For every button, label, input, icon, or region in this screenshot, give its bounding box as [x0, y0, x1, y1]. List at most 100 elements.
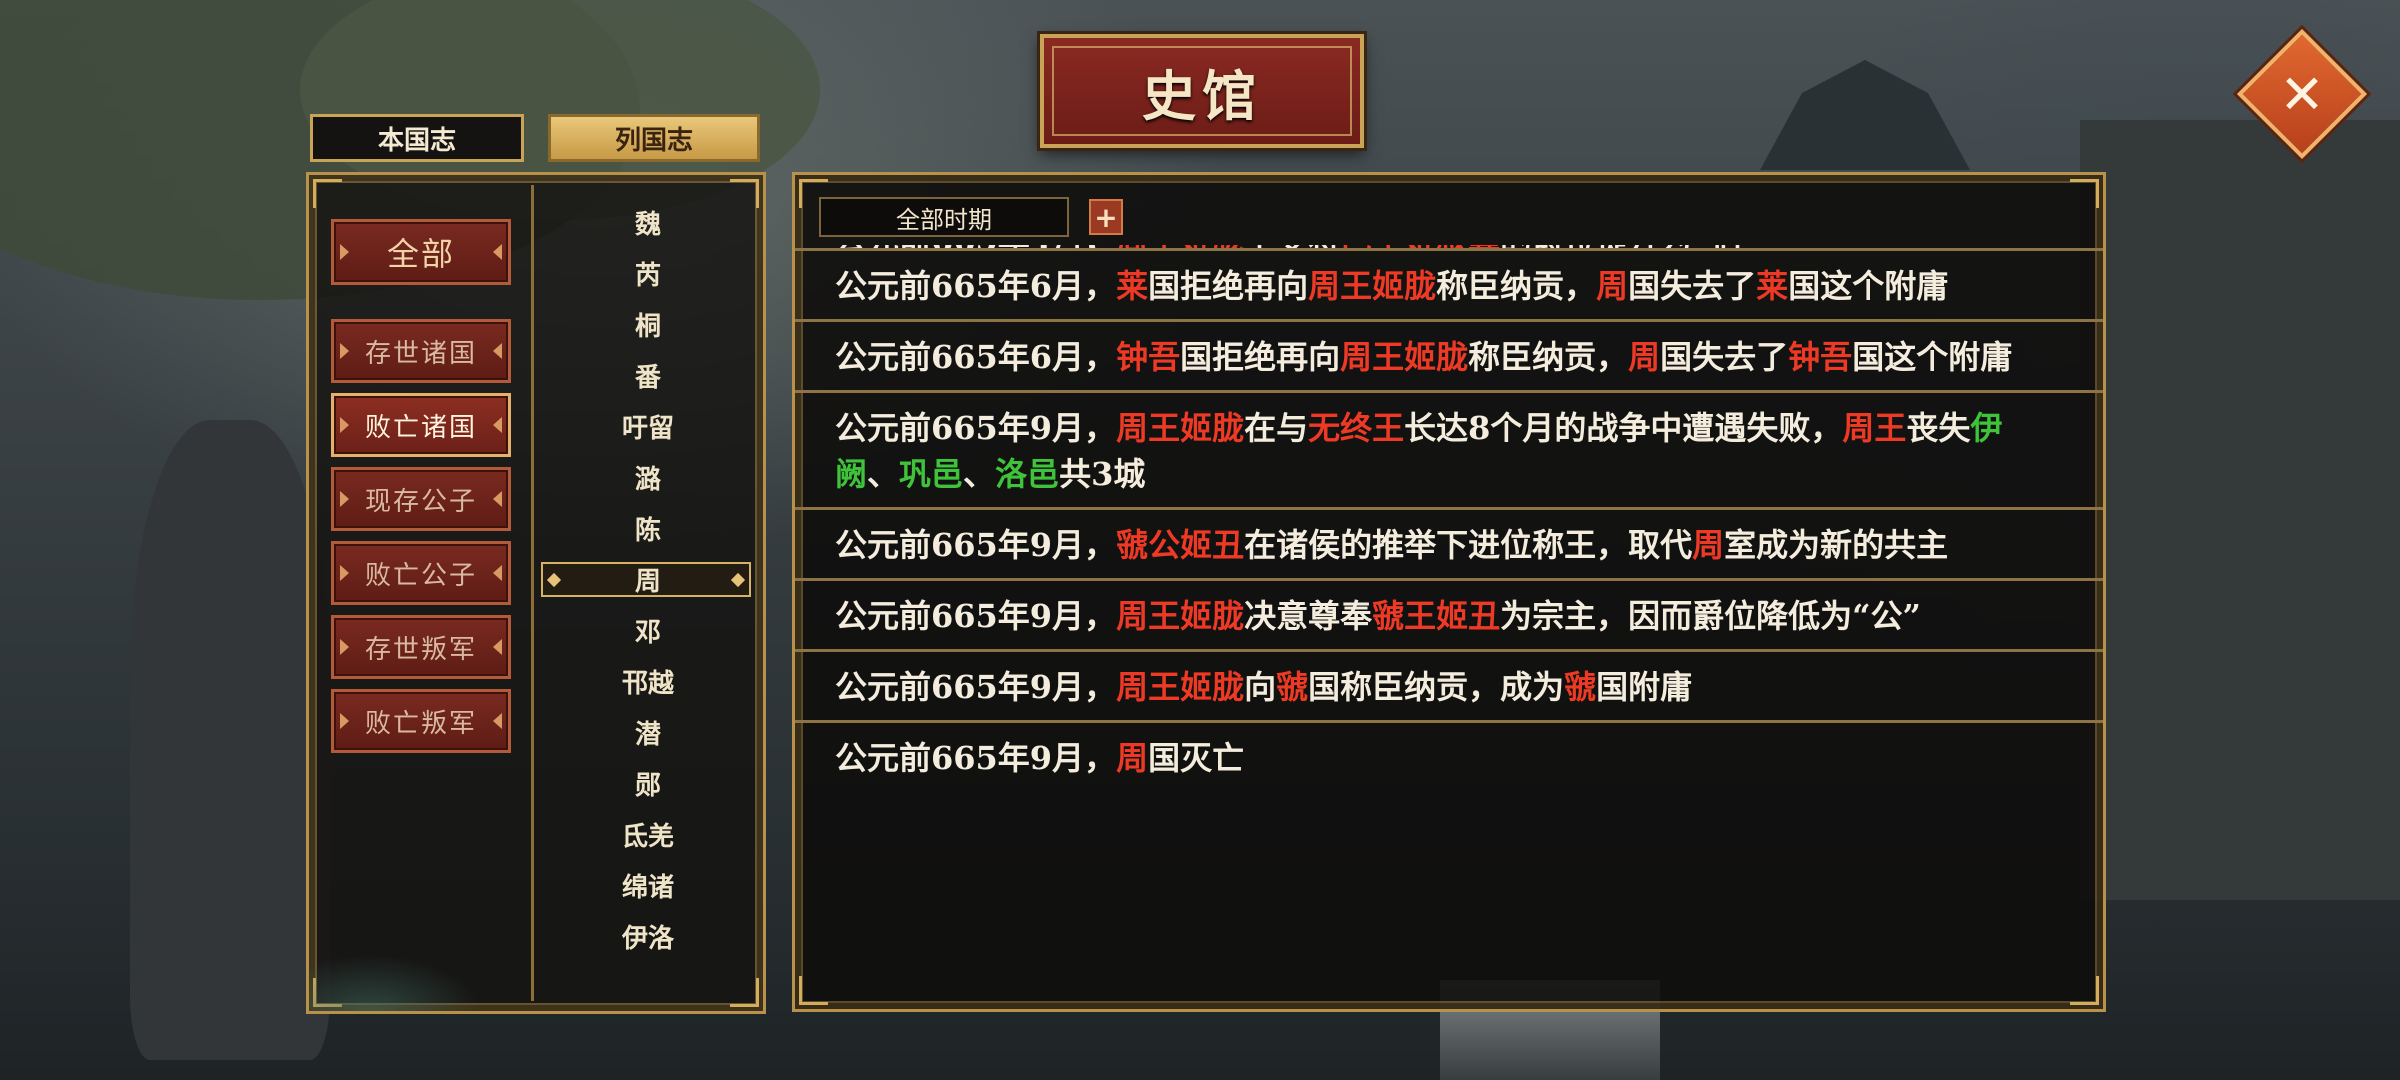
arrow-left-icon: [340, 417, 349, 433]
nation-list-item[interactable]: 陈: [537, 503, 759, 554]
arrow-left-icon: [340, 491, 349, 507]
nation-list-item[interactable]: 邗越: [537, 656, 759, 707]
page-title: 史馆: [1142, 63, 1262, 128]
history-log-panel: 全部时期 + 公元前665年4月，周王姬胧下令将巴子姬叔冀的爵位提升为“伯”公元…: [792, 172, 2106, 1012]
entity-name: 虢: [1564, 668, 1597, 706]
category-label: 存世诸国: [364, 338, 477, 369]
tab-home-annals[interactable]: 本国志: [310, 114, 524, 162]
nation-name: 潜: [634, 720, 661, 750]
nation-name: 吁留: [621, 414, 674, 444]
log-text: 国称臣纳贡，成为: [1308, 668, 1565, 706]
nation-list-item[interactable]: 氐羌: [537, 809, 759, 860]
nation-name: 伊洛: [621, 924, 674, 954]
nation-list-item[interactable]: 芮: [537, 248, 759, 299]
category-button[interactable]: 存世诸国: [331, 319, 511, 383]
nation-list-item[interactable]: 周: [537, 554, 759, 605]
log-text: 公元前665年9月，: [835, 597, 1117, 635]
log-text: 国拒绝再向: [1148, 267, 1309, 305]
frame-corner: [730, 978, 759, 1007]
log-text: 国附庸: [1596, 668, 1693, 706]
entity-name: 周王姬胧: [1340, 338, 1469, 376]
entity-name: 莱: [1116, 267, 1149, 305]
arrow-right-icon: [493, 565, 502, 581]
nation-list-item[interactable]: 吁留: [537, 401, 759, 452]
frame-corner: [2070, 179, 2099, 208]
category-button[interactable]: 存世叛军: [331, 615, 511, 679]
nation-list-item[interactable]: 绵诸: [537, 860, 759, 911]
entity-name: 钟吾: [1116, 338, 1181, 376]
log-text: 公元前665年9月，: [835, 526, 1117, 564]
category-label: 败亡诸国: [364, 412, 477, 443]
history-log-list[interactable]: 公元前665年4月，周王姬胧下令将巴子姬叔冀的爵位提升为“伯”公元前665年6月…: [795, 245, 2103, 1009]
log-text: 国灭亡: [1148, 739, 1245, 777]
entity-name: 虢公姬丑: [1116, 526, 1245, 564]
nation-list-item[interactable]: 魏: [537, 197, 759, 248]
arrow-left-icon: [340, 343, 349, 359]
log-text: 长达8个月的战争中遭遇失败，: [1404, 409, 1843, 447]
category-label: 全部: [386, 235, 455, 273]
nation-name: 邗越: [621, 669, 674, 699]
entity-name: 周王姬胧: [1308, 267, 1437, 305]
history-log-entry: 公元前665年6月，钟吾国拒绝再向周王姬胧称臣纳贡，周国失去了钟吾国这个附庸: [795, 319, 2103, 390]
nation-list-item[interactable]: 潜: [537, 707, 759, 758]
nation-name: 周: [634, 567, 661, 597]
log-text: 室成为新的共主: [1724, 526, 1949, 564]
log-text: 国这个附庸: [1788, 267, 1949, 305]
log-text: 、: [867, 455, 900, 493]
arrow-right-icon: [493, 491, 502, 507]
nation-name: 桐: [634, 312, 661, 342]
nation-list-item[interactable]: 番: [537, 350, 759, 401]
arrow-left-icon: [340, 244, 349, 260]
category-all-button[interactable]: 全部: [331, 219, 511, 285]
category-button[interactable]: 现存公子: [331, 467, 511, 531]
nation-name: 氐羌: [621, 822, 674, 852]
nation-name: 郧: [634, 771, 661, 801]
category-button[interactable]: 败亡诸国: [331, 393, 511, 457]
entity-name: 无终王: [1308, 409, 1405, 447]
nation-list-item[interactable]: 邓: [537, 605, 759, 656]
nation-name: 芮: [634, 261, 661, 291]
arrow-right-icon: [493, 343, 502, 359]
nation-list-item[interactable]: 伊洛: [537, 911, 759, 962]
wave-decoration: [309, 881, 531, 1011]
nation-list-item[interactable]: 潞: [537, 452, 759, 503]
category-label: 败亡叛军: [364, 708, 477, 739]
entity-name: 周: [1596, 267, 1629, 305]
entity-name: 钟吾: [1788, 338, 1853, 376]
log-text: 国失去了: [1660, 338, 1789, 376]
history-log-entry: 公元前665年6月，莱国拒绝再向周王姬胧称臣纳贡，周国失去了莱国这个附庸: [795, 248, 2103, 319]
entity-name: 周王姬胧: [1116, 597, 1245, 635]
log-text: 公元前665年6月，: [835, 338, 1117, 376]
period-dropdown[interactable]: 全部时期: [819, 197, 1069, 237]
log-text: 在与: [1244, 409, 1309, 447]
entity-name: 周: [1692, 526, 1725, 564]
entity-name: 周: [1628, 338, 1661, 376]
category-button[interactable]: 败亡叛军: [331, 689, 511, 753]
history-log-entry: 公元前665年9月，虢公姬丑在诸侯的推举下进位称王，取代周室成为新的共主: [795, 507, 2103, 578]
close-icon[interactable]: ✕: [2256, 48, 2348, 140]
arrow-left-icon: [340, 565, 349, 581]
log-text: 国拒绝再向: [1180, 338, 1341, 376]
nation-list-item[interactable]: 桐: [537, 299, 759, 350]
filter-panel: 全部 存世诸国败亡诸国现存公子败亡公子存世叛军败亡叛军 魏芮桐番吁留潞陈周邓邗越…: [306, 172, 766, 1014]
nation-name: 潞: [634, 465, 661, 495]
log-text: 决意尊奉: [1244, 597, 1373, 635]
period-add-button[interactable]: +: [1089, 199, 1123, 235]
log-text: 公元前665年9月，: [835, 409, 1117, 447]
robed-figure: [130, 420, 330, 1060]
history-log-entry: 公元前665年9月，周国灭亡: [795, 720, 2103, 791]
history-log-entry: 公元前665年9月，周王姬胧决意尊奉虢王姬丑为宗主，因而爵位降低为“公”: [795, 578, 2103, 649]
entity-name: 周王: [1842, 409, 1907, 447]
tab-nations-annals[interactable]: 列国志: [548, 114, 760, 162]
log-text: 在诸侯的推举下进位称王，取代: [1244, 526, 1693, 564]
city-name: 巩邑: [899, 455, 964, 493]
category-button[interactable]: 败亡公子: [331, 541, 511, 605]
log-text: 国这个附庸: [1852, 338, 2013, 376]
title-plaque: 史馆: [1040, 34, 1364, 148]
nation-list-item[interactable]: 郧: [537, 758, 759, 809]
nation-name: 番: [634, 363, 661, 393]
log-text: 称臣纳贡，: [1436, 267, 1597, 305]
arrow-right-icon: [493, 639, 502, 655]
arrow-right-icon: [493, 417, 502, 433]
history-log-entry: 公元前665年9月，周王姬胧向虢国称臣纳贡，成为虢国附庸: [795, 649, 2103, 720]
